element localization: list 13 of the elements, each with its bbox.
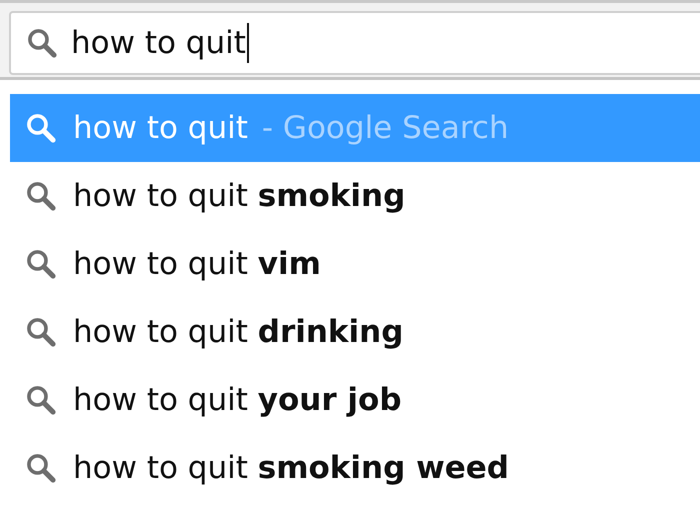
search-icon (24, 315, 58, 349)
suggestion-item[interactable]: how to quit drinking (10, 298, 700, 366)
search-icon (24, 179, 58, 213)
search-icon (24, 247, 58, 281)
search-icon (24, 111, 58, 145)
search-icon (25, 26, 59, 60)
search-icon (24, 451, 58, 485)
suggestion-item[interactable]: how to quit your job (10, 366, 700, 434)
suggestion-item[interactable]: how to quit vim (10, 230, 700, 298)
suggestion-item[interactable]: how to quit smoking weed (10, 434, 700, 502)
search-field[interactable]: how to quit (9, 11, 700, 75)
suggestion-item[interactable]: how to quit smoking (10, 162, 700, 230)
search-icon (24, 383, 58, 417)
